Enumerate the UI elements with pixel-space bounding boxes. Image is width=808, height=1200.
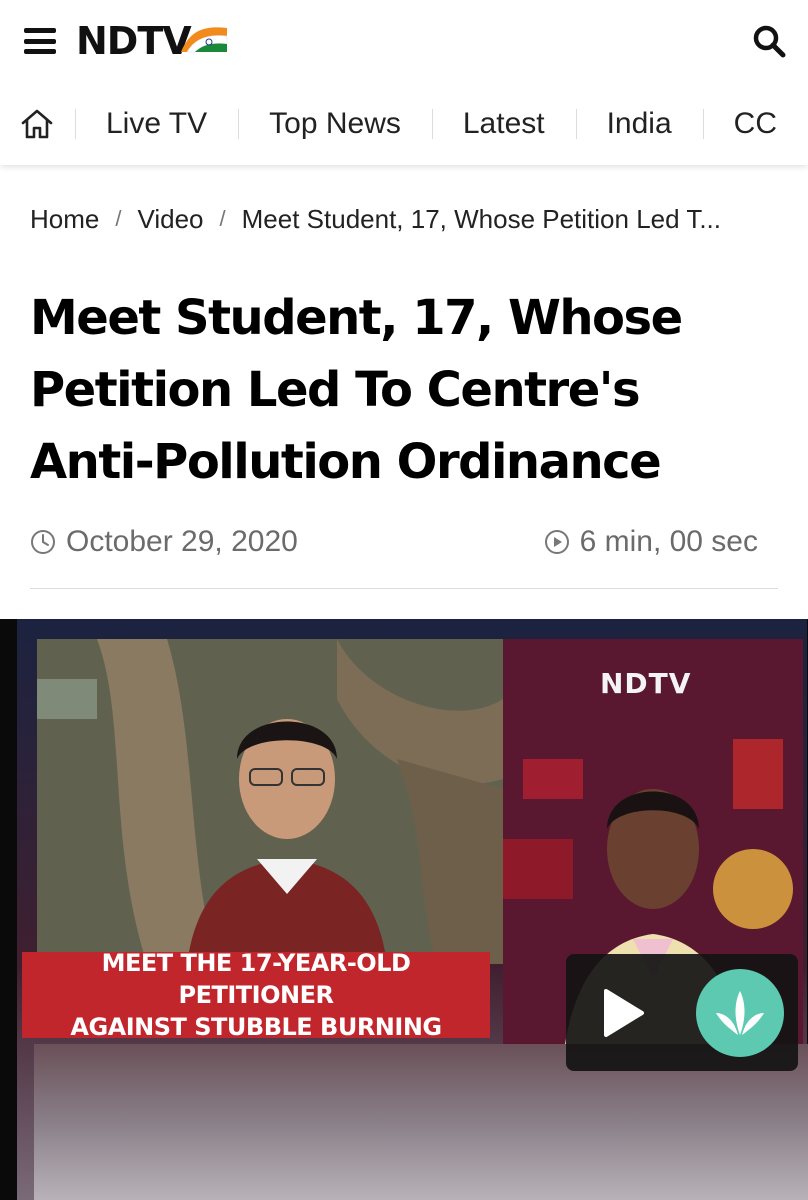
- divider: [30, 588, 778, 589]
- nav-item-india[interactable]: India: [575, 82, 703, 165]
- nav-bar: Live TV Top News Latest India CC: [0, 82, 808, 165]
- video-duration: 6 min, 00 sec: [579, 525, 758, 558]
- breadcrumb-current: Meet Student, 17, Whose Petition Led T..…: [241, 203, 722, 234]
- publish-date: October 29, 2020: [66, 525, 298, 558]
- caption-line-1: MEET THE 17-YEAR-OLD PETITIONER: [101, 949, 411, 1009]
- nav-item-cc[interactable]: CC: [702, 82, 808, 165]
- video-thumbnail: [17, 619, 808, 1200]
- nav-item-live-tv[interactable]: Live TV: [74, 82, 238, 165]
- play-icon[interactable]: [566, 954, 682, 1071]
- nav-item-latest[interactable]: Latest: [431, 82, 576, 165]
- clock-icon: [31, 530, 55, 554]
- breadcrumb-home[interactable]: Home: [30, 204, 99, 235]
- ndtv-logo[interactable]: NDTV: [76, 21, 229, 61]
- play-circle-icon: [544, 530, 569, 554]
- header: NDTV: [0, 0, 808, 82]
- logo-text: NDTV: [76, 19, 192, 63]
- india-flag-icon: [180, 27, 227, 53]
- video-caption: MEET THE 17-YEAR-OLD PETITIONER AGAINST …: [22, 949, 490, 1041]
- article-headline: Meet Student, 17, Whose Petition Led To …: [30, 290, 683, 490]
- nav-item-top-news[interactable]: Top News: [238, 82, 432, 165]
- caption-line-2: AGAINST STUBBLE BURNING: [70, 1013, 442, 1041]
- search-icon[interactable]: [752, 24, 786, 58]
- jiosaavn-logo-icon[interactable]: [682, 954, 798, 1071]
- home-icon[interactable]: [0, 82, 75, 165]
- student-photo: [37, 639, 503, 964]
- breadcrumb-separator: /: [115, 206, 122, 231]
- article-meta: October 29, 2020 6 min, 00 sec: [30, 520, 758, 564]
- top-bar: NDTV Live TV Top News Latest India CC: [0, 0, 808, 165]
- hamburger-menu-icon[interactable]: [24, 28, 56, 54]
- play-controls[interactable]: [566, 954, 798, 1071]
- video-watermark: NDTV: [600, 667, 692, 700]
- video-player[interactable]: NDTV MEET THE 17-YEAR-OLD PETITIONER AGA…: [0, 619, 808, 1200]
- breadcrumb-separator: /: [219, 206, 226, 231]
- breadcrumb-video[interactable]: Video: [137, 204, 203, 235]
- breadcrumb: Home / Video / Meet Student, 17, Whose P…: [30, 201, 778, 237]
